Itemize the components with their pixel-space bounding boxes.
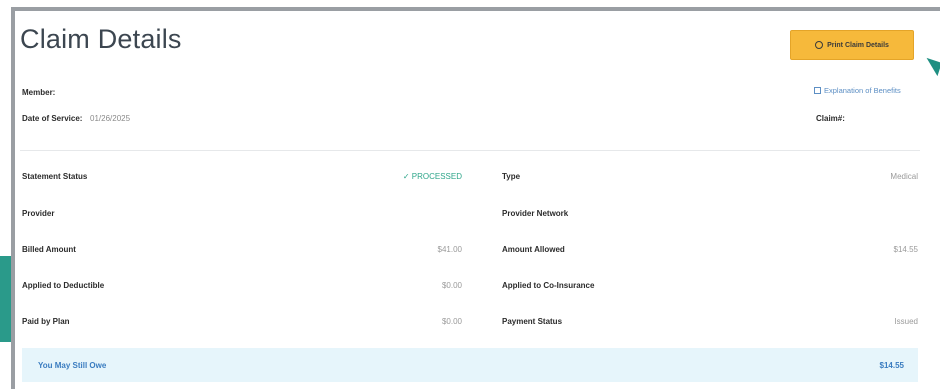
explanation-of-benefits-link[interactable]: Explanation of Benefits bbox=[814, 86, 901, 95]
provider-label: Provider bbox=[22, 209, 55, 218]
eob-label: Explanation of Benefits bbox=[824, 86, 901, 95]
billed-amount-value: $41.00 bbox=[437, 245, 462, 254]
type-value: Medical bbox=[890, 172, 918, 181]
amount-allowed-label: Amount Allowed bbox=[502, 245, 565, 254]
amount-owed-banner: You May Still Owe $14.55 bbox=[22, 348, 918, 382]
page-title: Claim Details bbox=[20, 24, 182, 54]
statement-status-value: ✓ PROCESSED bbox=[402, 172, 462, 181]
member-label: Member: bbox=[22, 88, 56, 97]
applied-deductible-label: Applied to Deductible bbox=[22, 281, 105, 290]
date-of-service-label: Date of Service: bbox=[22, 114, 83, 123]
provider-network-label: Provider Network bbox=[502, 209, 569, 218]
left-accent-bar bbox=[0, 256, 11, 342]
amount-allowed-value: $14.55 bbox=[893, 245, 918, 254]
amount-owed-value: $14.55 bbox=[879, 361, 904, 370]
billed-amount-label: Billed Amount bbox=[22, 245, 76, 254]
paid-by-plan-value: $0.00 bbox=[441, 317, 462, 326]
claim-details-panel bbox=[11, 7, 940, 389]
amount-owed-label: You May Still Owe bbox=[38, 361, 107, 370]
statement-status-label: Statement Status bbox=[22, 172, 88, 181]
applied-deductible-value: $0.00 bbox=[441, 281, 462, 290]
applied-coinsurance-label: Applied to Co-Insurance bbox=[502, 281, 595, 290]
print-icon bbox=[815, 41, 824, 49]
type-label: Type bbox=[502, 172, 521, 181]
document-icon bbox=[814, 87, 821, 94]
payment-status-label: Payment Status bbox=[502, 317, 563, 326]
section-divider bbox=[20, 150, 920, 151]
paid-by-plan-label: Paid by Plan bbox=[22, 317, 70, 326]
claim-number-label: Claim#: bbox=[816, 114, 845, 123]
print-button-label: Print Claim Details bbox=[827, 41, 889, 49]
payment-status-value: Issued bbox=[894, 317, 918, 326]
date-of-service-value: 01/26/2025 bbox=[90, 114, 131, 123]
print-claim-details-button[interactable]: Print Claim Details bbox=[790, 30, 914, 60]
